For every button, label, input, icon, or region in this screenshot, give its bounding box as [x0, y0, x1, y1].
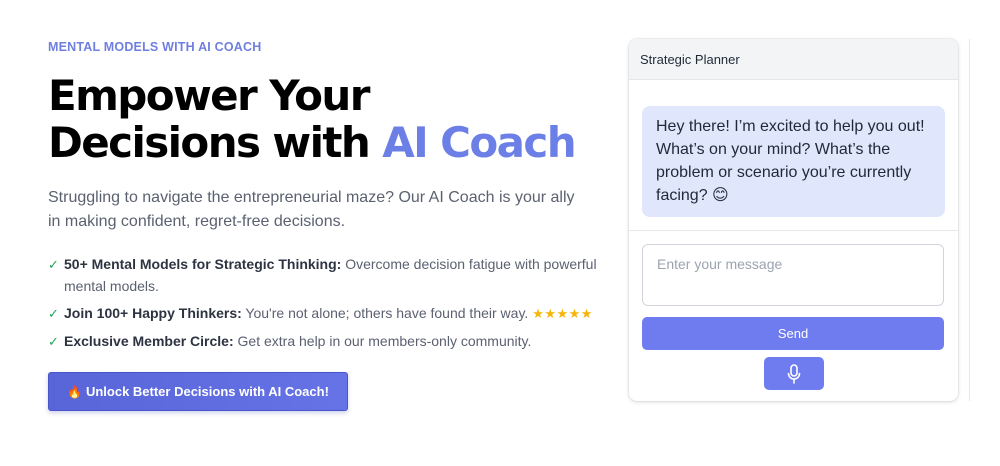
page: MENTAL MODELS WITH AI COACH Empower Your…: [0, 0, 1000, 466]
microphone-button[interactable]: [763, 357, 824, 390]
chat-title: Strategic Planner: [640, 51, 740, 67]
feature-text: 50+ Mental Models for Strategic Thinking…: [64, 253, 618, 297]
send-label: Send: [777, 326, 809, 341]
unlock-coach-button[interactable]: 🔥 Unlock Better Decisions with AI Coach!: [48, 372, 348, 411]
page-title: Empower Your Decisions with AI Coach: [48, 72, 618, 166]
headline-line-2: Decisions with: [48, 118, 383, 167]
feature-text: Exclusive Member Circle: Get extra help …: [64, 330, 531, 352]
divider: [969, 39, 970, 401]
eyebrow-label: MENTAL MODELS WITH AI COACH: [48, 40, 262, 54]
hero-subtitle: Struggling to navigate the entrepreneuri…: [48, 189, 575, 230]
feature-title: 50+ Mental Models for Strategic Thinking…: [64, 256, 342, 272]
chat-header: Strategic Planner: [629, 39, 958, 80]
feature-text: Join 100+ Happy Thinkers: You're not alo…: [64, 302, 593, 325]
headline-accent: AI Coach: [382, 118, 576, 167]
cta-label: Unlock Better Decisions with AI Coach!: [85, 384, 329, 399]
feature-item: ✓ 50+ Mental Models for Strategic Thinki…: [48, 253, 618, 297]
feature-item: ✓ Join 100+ Happy Thinkers: You're not a…: [48, 302, 618, 325]
message-input[interactable]: [642, 244, 944, 306]
assistant-message: Hey there! I’m excited to help you out! …: [642, 106, 945, 217]
headline-line-1: Empower Your: [48, 71, 370, 120]
send-button[interactable]: Send: [642, 317, 944, 350]
chat-composer: Send: [629, 231, 958, 390]
star-rating-icon: ★★★★★: [532, 306, 593, 321]
feature-title: Exclusive Member Circle:: [64, 333, 234, 349]
check-icon: ✓: [48, 257, 59, 272]
feature-item: ✓ Exclusive Member Circle: Get extra hel…: [48, 330, 618, 353]
chat-widget: Strategic Planner Hey there! I’m excited…: [629, 39, 958, 401]
check-icon: ✓: [48, 306, 59, 321]
feature-list: ✓ 50+ Mental Models for Strategic Thinki…: [48, 253, 618, 353]
flame-icon: 🔥: [67, 384, 82, 399]
feature-title: Join 100+ Happy Thinkers:: [64, 305, 242, 321]
microphone-icon: [787, 363, 800, 384]
feature-description: Get extra help in our members-only commu…: [233, 333, 532, 349]
chat-messages[interactable]: Hey there! I’m excited to help you out! …: [629, 80, 958, 231]
check-icon: ✓: [48, 334, 59, 349]
feature-description: You're not alone; others have found thei…: [241, 305, 533, 321]
hero-section: MENTAL MODELS WITH AI COACH Empower Your…: [48, 40, 618, 411]
